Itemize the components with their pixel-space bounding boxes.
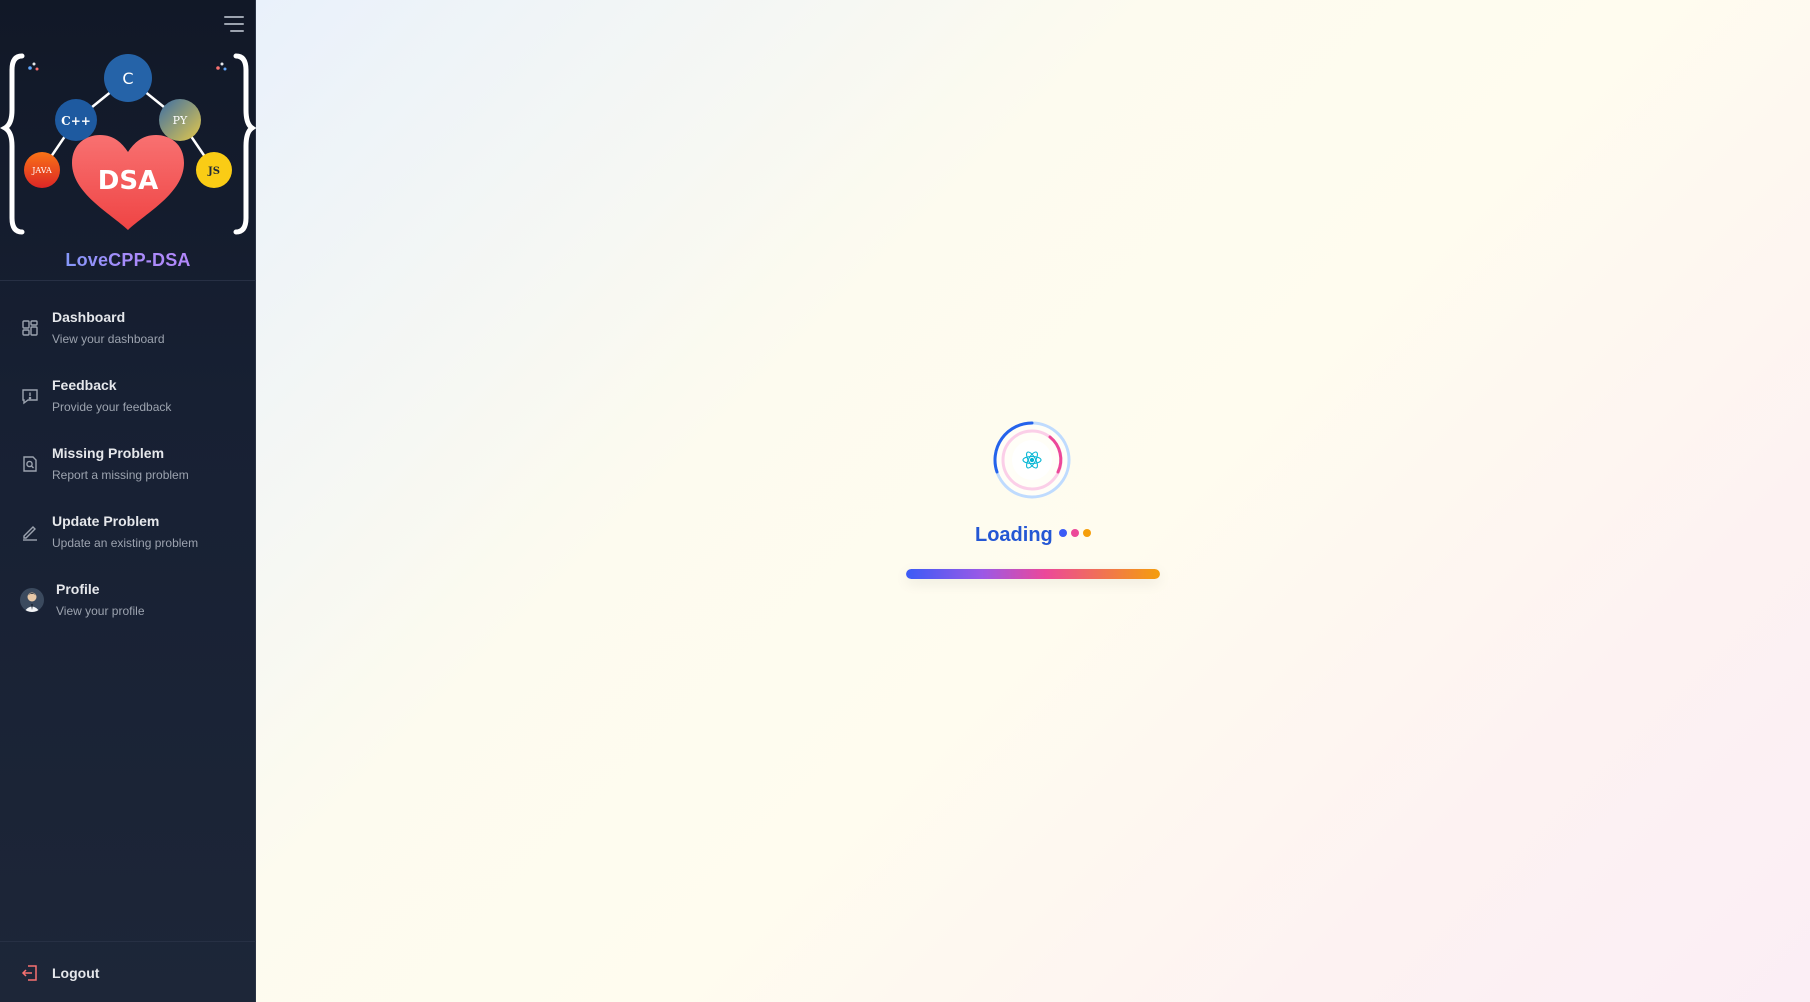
divider	[0, 941, 256, 942]
loading-progress-fill	[906, 569, 1160, 579]
sidebar-item-feedback[interactable]: Feedback Provide your feedback	[0, 368, 256, 424]
loading-label: Loading	[975, 524, 1053, 546]
sidebar-item-label: Dashboard	[52, 309, 126, 325]
react-atom-icon	[1021, 449, 1043, 471]
sidebar-item-label: Feedback	[52, 377, 117, 393]
logo: C C++ PY JAVA JS DSA	[0, 48, 257, 238]
logo-node-py: PY	[173, 114, 188, 127]
sidebar-item-label: Profile	[56, 581, 100, 597]
sidebar-item-profile[interactable]: Profile View your profile	[0, 572, 256, 628]
logo-node-java: JAVA	[31, 166, 52, 175]
sidebar-item-label: Missing Problem	[52, 445, 165, 461]
logo-center-label: DSA	[98, 166, 158, 196]
loading-dot	[1059, 529, 1067, 537]
pencil-icon	[20, 522, 40, 542]
sidebar: C C++ PY JAVA JS DSA LoveCPP-DSA Dashboa…	[0, 0, 257, 1002]
sidebar-item-description: Report a missing problem	[52, 468, 189, 482]
loading-progress-bar	[906, 569, 1160, 579]
logo-node-c: C	[122, 69, 133, 88]
sidebar-item-description: Update an existing problem	[52, 536, 199, 550]
sidebar-item-update-problem[interactable]: Update Problem Update an existing proble…	[0, 504, 256, 560]
loading-dot	[1083, 529, 1091, 537]
logout-button[interactable]: Logout	[0, 955, 256, 991]
sidebar-item-label: Update Problem	[52, 513, 160, 529]
sidebar-item-description: Provide your feedback	[52, 400, 172, 414]
logout-icon	[20, 963, 40, 983]
main-content: Loading	[256, 0, 1810, 1002]
avatar	[20, 588, 44, 612]
sidebar-item-dashboard[interactable]: Dashboard View your dashboard	[0, 300, 256, 356]
loading-dots	[1059, 529, 1099, 539]
sidebar-item-description: View your dashboard	[52, 332, 165, 346]
sidebar-item-missing-problem[interactable]: Missing Problem Report a missing problem	[0, 436, 256, 492]
dashboard-icon	[20, 318, 40, 338]
logo-node-js: JS	[207, 166, 220, 177]
sidebar-item-description: View your profile	[56, 604, 145, 618]
logout-label: Logout	[52, 965, 100, 981]
brand-title: LoveCPP-DSA	[0, 250, 256, 271]
logo-node-cpp: C++	[61, 114, 91, 128]
divider	[0, 280, 256, 281]
loading-dot	[1071, 529, 1079, 537]
menu-toggle-icon[interactable]	[222, 16, 244, 36]
feedback-icon	[20, 386, 40, 406]
search-document-icon	[20, 454, 40, 474]
loading-spinner	[992, 420, 1072, 500]
